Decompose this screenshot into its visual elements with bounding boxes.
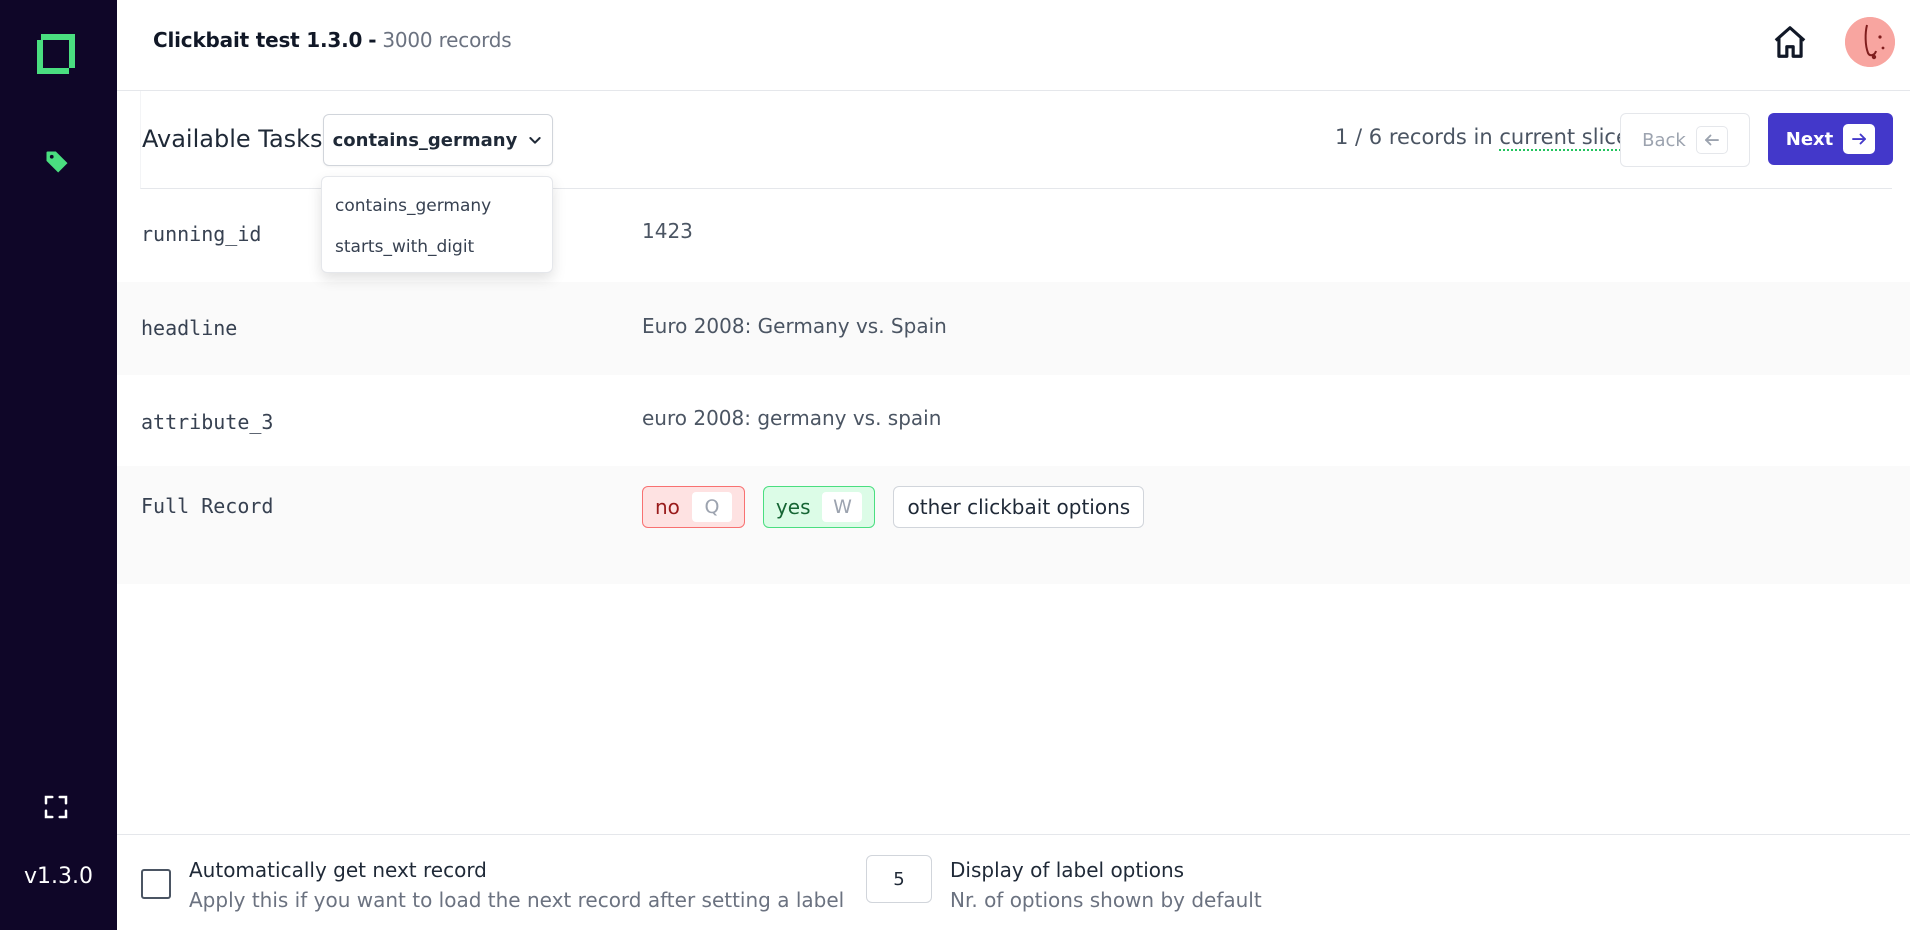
auto-next-checkbox[interactable] xyxy=(141,869,171,899)
label-options-description: Nr. of options shown by default xyxy=(950,888,1262,912)
attribute-value: euro 2008: germany vs. spain xyxy=(642,406,942,430)
full-record-label: Full Record xyxy=(141,494,274,518)
avatar-icon xyxy=(1845,17,1895,67)
back-hotkey xyxy=(1695,126,1728,154)
label-yes-text: yes xyxy=(775,495,811,519)
next-button[interactable]: Next xyxy=(1768,113,1893,165)
fullscreen-button[interactable] xyxy=(41,792,71,822)
task-select[interactable]: contains_germany xyxy=(323,114,553,166)
tag-icon xyxy=(46,151,68,173)
slice-count: 1 / 6 records in xyxy=(1335,125,1493,149)
attribute-value: Euro 2008: Germany vs. Spain xyxy=(642,314,947,338)
slice-info: 1 / 6 records in current slice xyxy=(1335,125,1629,151)
attribute-name: attribute_3 xyxy=(141,410,274,434)
back-button[interactable]: Back xyxy=(1620,113,1750,167)
label-options-title: Display of label options xyxy=(950,858,1185,882)
arrow-right-icon xyxy=(1852,133,1867,145)
label-no-button[interactable]: no Q xyxy=(642,486,745,528)
logo[interactable] xyxy=(31,30,81,76)
task-option-starts-with-digit[interactable]: starts_with_digit xyxy=(322,226,552,267)
fullscreen-icon xyxy=(44,795,68,819)
arrow-left-icon xyxy=(1704,134,1719,146)
task-dropdown-menu: contains_germany starts_with_digit xyxy=(321,176,553,273)
label-yes-button[interactable]: yes W xyxy=(762,486,876,528)
record-count: 3000 records xyxy=(382,28,512,52)
auto-next-title: Automatically get next record xyxy=(189,858,487,882)
back-label: Back xyxy=(1642,129,1686,151)
label-options: no Q yes W other clickbait options xyxy=(642,486,1145,528)
sidebar: v1.3.0 xyxy=(0,0,117,930)
attribute-name: running_id xyxy=(141,222,262,246)
auto-next-description: Apply this if you want to load the next … xyxy=(189,888,845,912)
task-option-contains-germany[interactable]: contains_germany xyxy=(322,185,552,226)
attribute-value: 1423 xyxy=(642,219,693,243)
version-label: v1.3.0 xyxy=(24,864,93,889)
label-no-hotkey: Q xyxy=(691,492,732,522)
settings-footer: Automatically get next record Apply this… xyxy=(117,834,1910,930)
task-toolbar: Available Tasks: contains_germany 1 / 6 … xyxy=(140,91,1893,189)
table-row: attribute_3 euro 2008: germany vs. spain xyxy=(117,375,1910,466)
label-options-count-input[interactable] xyxy=(866,855,932,903)
home-icon xyxy=(1774,26,1806,58)
kern-logo-icon xyxy=(37,34,75,74)
next-label: Next xyxy=(1785,128,1834,150)
label-yes-hotkey: W xyxy=(822,492,863,522)
home-button[interactable] xyxy=(1771,22,1809,62)
selected-task: contains_germany xyxy=(332,129,518,151)
available-tasks-label: Available Tasks: xyxy=(142,125,331,153)
page-title: Clickbait test 1.3.0-3000 records xyxy=(153,28,512,52)
sidebar-item-labeling[interactable] xyxy=(43,148,71,176)
label-no-text: no xyxy=(655,495,680,519)
chevron-down-icon xyxy=(529,137,542,144)
full-record-row: Full Record no Q yes W other clickbait o… xyxy=(117,466,1910,584)
title-separator: - xyxy=(368,28,377,52)
other-label-options-button[interactable]: other clickbait options xyxy=(893,486,1145,528)
table-row: headline Euro 2008: Germany vs. Spain xyxy=(117,282,1910,375)
next-hotkey xyxy=(1843,124,1876,154)
project-name: Clickbait test 1.3.0 xyxy=(153,28,363,52)
header: Clickbait test 1.3.0-3000 records xyxy=(117,0,1910,91)
current-slice-link[interactable]: current slice xyxy=(1499,125,1629,151)
attribute-name: headline xyxy=(141,316,238,340)
avatar[interactable] xyxy=(1845,17,1895,67)
